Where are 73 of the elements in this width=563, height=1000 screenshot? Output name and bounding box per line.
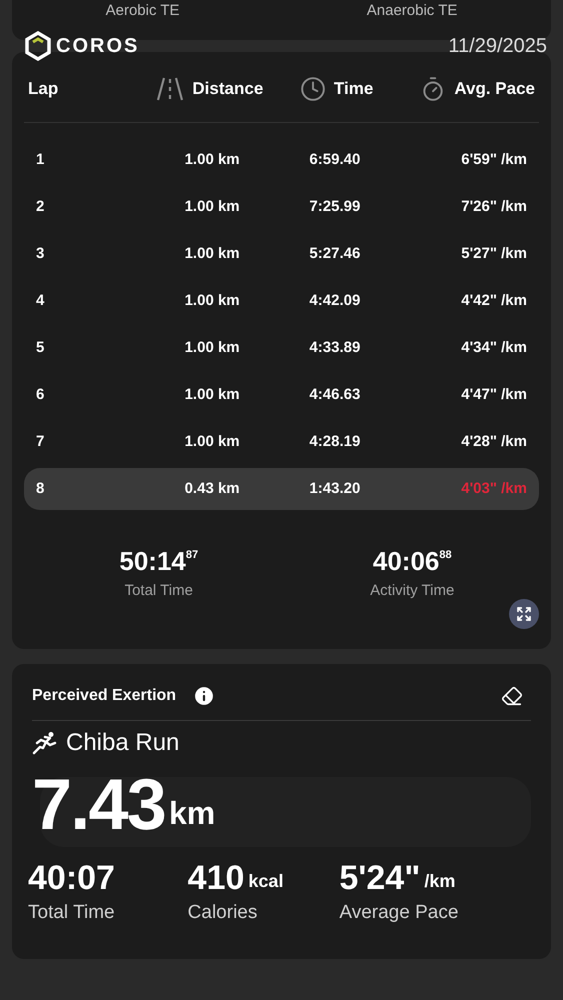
summary-value: 50:14 bbox=[119, 546, 186, 576]
summary-fraction: 88 bbox=[439, 548, 452, 562]
lap-number: 4 bbox=[36, 290, 46, 311]
lap-distance: 1.00 km bbox=[184, 338, 241, 358]
lap-distance: 1.00 km bbox=[184, 290, 241, 311]
stat-unit: /km bbox=[424, 870, 456, 892]
lap-distance: 0.43 km bbox=[184, 478, 241, 499]
column-header: Lap bbox=[28, 78, 58, 100]
stat-value: 40:07 bbox=[28, 860, 115, 894]
lap-time: 4:33.89 bbox=[308, 338, 362, 358]
lap-number: 7 bbox=[36, 432, 46, 452]
summary-label: Activity Time bbox=[370, 581, 454, 601]
lap-number: 1 bbox=[36, 150, 46, 170]
distance-unit: km bbox=[168, 794, 216, 832]
lap-time: 5:27.46 bbox=[308, 244, 362, 264]
lap-number: 3 bbox=[36, 244, 46, 264]
expand-button[interactable] bbox=[509, 598, 539, 628]
stat-value: 5'24" bbox=[339, 860, 420, 894]
lap-number: 5 bbox=[36, 338, 46, 358]
lap-pace: 5'27" /km bbox=[460, 244, 527, 264]
lap-row[interactable]: 5 1.00 km 4:33.89 4'34" /km bbox=[24, 327, 539, 369]
lap-pace: 4'42" /km bbox=[460, 290, 527, 311]
summary-value: 40:06 bbox=[372, 546, 440, 576]
lap-number: 8 bbox=[36, 478, 46, 499]
lap-time: 7:25.99 bbox=[308, 196, 362, 217]
lap-distance: 1.00 km bbox=[184, 150, 241, 170]
lap-time: 6:59.40 bbox=[308, 150, 362, 170]
logo-icon bbox=[24, 31, 52, 61]
lap-time: 4:42.09 bbox=[308, 290, 362, 311]
column-header: Avg. Pace bbox=[454, 78, 535, 100]
lap-row[interactable]: 2 1.00 km 7:25.99 7'26" /km bbox=[24, 186, 539, 228]
lap-time: 1:43.20 bbox=[308, 478, 362, 499]
lap-row[interactable]: 4 1.00 km 4:42.09 4'42" /km bbox=[24, 280, 539, 322]
stat-label: Calories bbox=[188, 900, 258, 924]
activity-date: 11/29/2025 bbox=[448, 34, 547, 59]
lap-row[interactable]: 8 0.43 km 1:43.20 4'03" /km bbox=[24, 468, 539, 510]
stat-unit: kcal bbox=[248, 870, 284, 892]
activity-name: Chiba Run bbox=[66, 728, 180, 758]
summary-label: Total Time bbox=[124, 581, 193, 601]
lap-row[interactable]: 1 1.00 km 6:59.40 6'59" /km bbox=[24, 139, 539, 181]
lap-pace: 7'26" /km bbox=[460, 196, 527, 217]
expand-icon bbox=[516, 606, 532, 622]
road-icon bbox=[156, 77, 184, 101]
lap-time: 4:46.63 bbox=[308, 384, 362, 405]
lap-distance: 1.00 km bbox=[184, 244, 241, 264]
lap-number: 2 bbox=[36, 196, 46, 217]
lap-row[interactable]: 3 1.00 km 5:27.46 5'27" /km bbox=[24, 233, 539, 275]
column-header: Distance bbox=[192, 78, 264, 100]
lap-pace: 4'28" /km bbox=[460, 432, 527, 452]
metric-label: Aerobic TE bbox=[106, 1, 180, 21]
clock-icon bbox=[300, 76, 326, 102]
lap-time: 4:28.19 bbox=[308, 432, 362, 452]
edit-icon[interactable] bbox=[501, 684, 523, 706]
lap-distance: 1.00 km bbox=[184, 196, 241, 217]
lap-pace: 6'59" /km bbox=[460, 150, 527, 170]
lap-distance: 1.00 km bbox=[184, 432, 241, 452]
column-header: Time bbox=[334, 78, 374, 100]
summary-fraction: 87 bbox=[186, 548, 198, 561]
stat-value: 410 bbox=[188, 860, 244, 894]
stat-label: Total Time bbox=[28, 900, 116, 924]
lap-row[interactable]: 6 1.00 km 4:46.63 4'47" /km bbox=[24, 374, 539, 416]
lap-pace: 4'34" /km bbox=[460, 338, 527, 358]
metric-label: Anaerobic TE bbox=[366, 1, 458, 21]
brand-name: COROS bbox=[56, 34, 140, 59]
runner-icon bbox=[32, 730, 58, 754]
lap-row[interactable]: 7 1.00 km 4:28.19 4'28" /km bbox=[24, 421, 539, 463]
lap-pace: 4'03" /km bbox=[460, 478, 527, 499]
section-title: Perceived Exertion bbox=[32, 686, 176, 706]
lap-number: 6 bbox=[36, 384, 46, 405]
total-distance: 7.43 bbox=[32, 768, 165, 840]
stat-label: Average Pace bbox=[339, 900, 460, 924]
lap-pace: 4'47" /km bbox=[460, 384, 527, 405]
lap-distance: 1.00 km bbox=[184, 384, 241, 405]
